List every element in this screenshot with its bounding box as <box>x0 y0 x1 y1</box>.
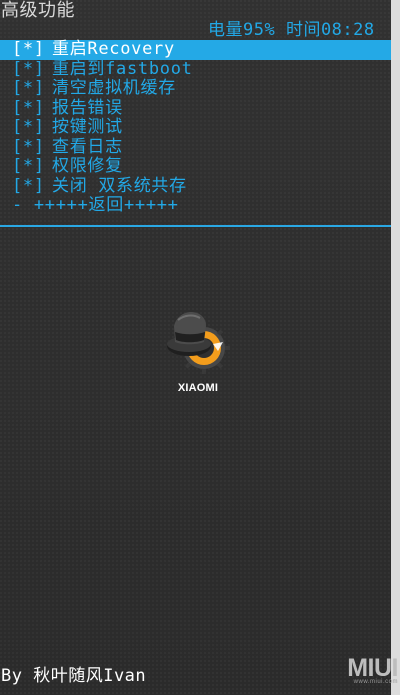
menu-item-marker: [*] <box>12 39 45 59</box>
menu-item-label: 重启Recovery <box>52 39 175 59</box>
menu-item-label: 关闭 双系统共存 <box>52 175 187 196</box>
menu-item-label: 权限修复 <box>52 156 123 176</box>
menu-item-marker: [*] <box>12 58 45 79</box>
menu-item-marker: [*] <box>12 136 45 157</box>
menu-item-disable-dual-system[interactable]: [*] 关闭 双系统共存 <box>0 175 391 197</box>
device-brand-label: XIAOMI <box>177 382 219 394</box>
menu-item-report-error[interactable]: [*] 报告错误 <box>0 97 391 119</box>
menu-item-fix-permissions[interactable]: [*] 权限修复 <box>0 156 391 177</box>
menu-item-key-test[interactable]: [*] 按键测试 <box>0 117 391 138</box>
menu-item-label: 重启到fastboot <box>52 58 193 79</box>
menu-item-label: 报告错误 <box>52 97 123 118</box>
right-edge-strip <box>391 0 400 695</box>
menu-item-reboot-fastboot[interactable]: [*] 重启到fastboot <box>0 58 391 80</box>
menu-item-marker: [*] <box>12 97 45 118</box>
page-title: 高级功能 <box>1 0 75 21</box>
menu-item-marker: [*] <box>12 78 45 98</box>
menu-item-reboot-recovery[interactable]: [*] 重启Recovery <box>0 39 391 60</box>
menu-item-marker: [*] <box>12 156 45 176</box>
menu-item-marker: [*] <box>12 117 45 137</box>
menu-item-wipe-dalvik-cache[interactable]: [*] 清空虚拟机缓存 <box>0 78 391 99</box>
miui-logo-text: MIUI <box>347 654 398 682</box>
miui-watermark: MIUI www.miui.com <box>342 654 398 687</box>
author-credit: By 秋叶随风Ivan <box>1 666 147 686</box>
menu-item-view-log[interactable]: [*] 查看日志 <box>0 136 391 158</box>
menu-item-marker: [*] <box>12 175 45 196</box>
menu-item-label: 按键测试 <box>52 117 123 137</box>
menu-item-label: 查看日志 <box>52 136 123 157</box>
menu-item-label: 清空虚拟机缓存 <box>52 78 176 98</box>
hat-shape <box>167 312 211 356</box>
menu-divider <box>0 225 391 227</box>
menu-item-back[interactable]: - +++++返回+++++ <box>0 195 391 216</box>
status-bar-text: 电量95% 时间08:28 <box>208 20 375 40</box>
recovery-menu: [*] 重启Recovery [*] 重启到fastboot [*] 清空虚拟机缓存 … <box>0 39 391 216</box>
clockworkmod-hat-icon <box>160 308 236 378</box>
